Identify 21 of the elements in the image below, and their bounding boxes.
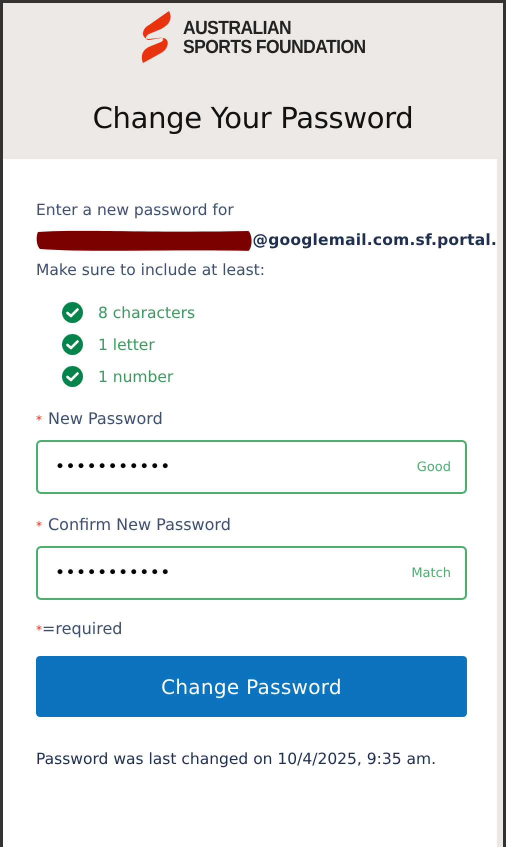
requirements-heading: Make sure to include at least: [36, 261, 266, 279]
required-legend: =required [42, 619, 122, 638]
required-asterisk: * [36, 519, 42, 533]
required-asterisk: * [36, 413, 42, 427]
brand-name: SPORTS FOUNDATION [182, 38, 366, 57]
brand-name: AUSTRALIAN [182, 19, 292, 38]
last-changed-text: Password was last changed on 10/4/2025, 9:35 am. [36, 749, 438, 770]
strength-status: Match [411, 566, 451, 580]
requirement-text: 1 letter [98, 336, 155, 354]
strength-status: Good [416, 460, 451, 474]
requirement-text: 8 characters [98, 304, 196, 322]
password-field[interactable]: ••••••••••• Match [36, 546, 467, 600]
email-text: @googlemail.com.sf.portal. [252, 231, 497, 249]
change-password-button[interactable]: Change Password [36, 656, 467, 717]
field-label: Confirm New Password [48, 515, 231, 534]
field-label: New Password [48, 409, 163, 428]
page-title: Change Your Password [92, 101, 414, 135]
requirement-text: 1 number [98, 368, 174, 386]
intro-text: Enter a new password for [36, 201, 235, 219]
required-asterisk: * [36, 623, 42, 637]
password-field[interactable]: ••••••••••• Good [36, 440, 467, 494]
